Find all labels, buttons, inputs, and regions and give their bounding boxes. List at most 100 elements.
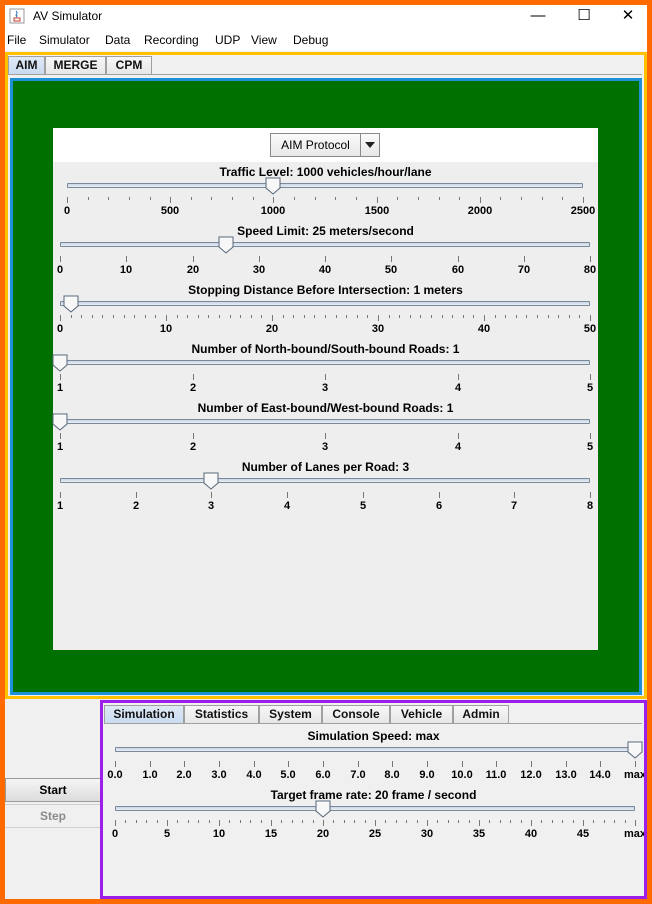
minor-tick (573, 820, 574, 823)
major-tick (566, 761, 567, 767)
minor-tick (356, 197, 357, 200)
tick-label: 50 (583, 323, 597, 335)
maximize-icon[interactable]: ☐ (561, 5, 607, 29)
minor-tick (579, 315, 580, 318)
tick-label: 5.0 (280, 769, 296, 781)
minor-tick (510, 820, 511, 823)
minor-tick (569, 315, 570, 318)
slider-thumb[interactable] (218, 236, 234, 257)
major-tick (514, 492, 515, 498)
slider-track[interactable] (67, 183, 583, 188)
minor-tick (229, 820, 230, 823)
tick-label: 0 (111, 828, 119, 840)
slider-track[interactable] (115, 806, 635, 811)
minor-tick (157, 820, 158, 823)
menu-debug[interactable]: Debug (293, 33, 328, 47)
minor-tick (521, 820, 522, 823)
minor-tick (261, 820, 262, 823)
major-tick (480, 197, 481, 203)
major-tick (60, 433, 61, 439)
major-tick (427, 820, 428, 826)
minor-tick (136, 820, 137, 823)
major-tick (219, 761, 220, 767)
tab-aim[interactable]: AIM (8, 56, 45, 75)
minor-tick (614, 820, 615, 823)
major-tick (325, 374, 326, 380)
slider-thumb[interactable] (52, 413, 68, 434)
tick-label: 500 (160, 205, 180, 217)
major-tick (458, 256, 459, 262)
slider-track[interactable] (60, 360, 590, 365)
slider-label: Number of North-bound/South-bound Roads:… (191, 342, 460, 356)
minor-tick (155, 315, 156, 318)
major-tick (583, 197, 584, 203)
minor-tick (354, 820, 355, 823)
menu-view[interactable]: View (251, 33, 277, 47)
minor-tick (177, 820, 178, 823)
menu-simulator[interactable]: Simulator (39, 33, 90, 47)
slider-track[interactable] (60, 478, 590, 483)
menu-data[interactable]: Data (105, 33, 130, 47)
tab-system[interactable]: System (259, 705, 322, 724)
minor-tick (81, 315, 82, 318)
slider-label: Simulation Speed: max (307, 729, 440, 743)
tick-label: 0.0 (107, 769, 123, 781)
tab-merge[interactable]: MERGE (45, 56, 106, 75)
tick-label: 1500 (364, 205, 390, 217)
tick-label: 1.0 (142, 769, 158, 781)
minor-tick (521, 197, 522, 200)
tick-label: 80 (583, 264, 597, 276)
major-tick (167, 820, 168, 826)
tab-simulation[interactable]: Simulation (104, 705, 184, 724)
major-tick (590, 256, 591, 262)
close-icon[interactable]: ✕ (605, 5, 651, 29)
major-tick (193, 256, 194, 262)
menu-udp[interactable]: UDP (215, 33, 240, 47)
minor-tick (437, 820, 438, 823)
aim-slider-4: Number of East-bound/West-bound Roads: 1… (52, 401, 598, 459)
tab-statistics[interactable]: Statistics (184, 705, 259, 724)
tab-admin[interactable]: Admin (453, 705, 509, 724)
start-button[interactable]: Start (5, 778, 101, 802)
tick-label: 8 (586, 500, 594, 512)
slider-thumb[interactable] (52, 354, 68, 375)
minor-tick (335, 197, 336, 200)
tab-cpm[interactable]: CPM (106, 56, 152, 75)
title-bar[interactable]: AV Simulator — ☐ ✕ (5, 5, 647, 29)
slider-thumb[interactable] (315, 800, 331, 821)
tab-console[interactable]: Console (322, 705, 390, 724)
minor-tick (314, 315, 315, 318)
major-tick (524, 256, 525, 262)
tick-label: 4 (283, 500, 291, 512)
tick-label: 7.0 (350, 769, 366, 781)
slider-track[interactable] (115, 747, 635, 752)
minor-tick (188, 820, 189, 823)
protocol-select[interactable]: AIM Protocol (270, 133, 380, 157)
minor-tick (336, 315, 337, 318)
minimize-icon[interactable]: — (515, 5, 561, 29)
slider-thumb[interactable] (265, 177, 281, 198)
major-tick (392, 761, 393, 767)
menu-file[interactable]: File (7, 33, 26, 47)
minor-tick (593, 820, 594, 823)
slider-label: Number of East-bound/West-bound Roads: 1 (197, 401, 454, 415)
major-tick (531, 820, 532, 826)
slider-thumb[interactable] (63, 295, 79, 316)
major-tick (590, 433, 591, 439)
step-button[interactable]: Step (5, 804, 101, 828)
slider-track[interactable] (60, 242, 590, 247)
slider-thumb[interactable] (203, 472, 219, 493)
tab-vehicle[interactable]: Vehicle (390, 705, 453, 724)
slider-track[interactable] (60, 301, 590, 306)
aim-slider-3: Number of North-bound/South-bound Roads:… (52, 342, 598, 400)
minor-tick (187, 315, 188, 318)
tick-label: 6 (435, 500, 443, 512)
tick-label: 2 (132, 500, 140, 512)
minor-tick (198, 315, 199, 318)
minor-tick (333, 820, 334, 823)
chevron-down-icon[interactable] (360, 134, 379, 156)
menu-recording[interactable]: Recording (144, 33, 199, 47)
slider-thumb[interactable] (627, 741, 643, 762)
minor-tick (397, 197, 398, 200)
slider-track[interactable] (60, 419, 590, 424)
